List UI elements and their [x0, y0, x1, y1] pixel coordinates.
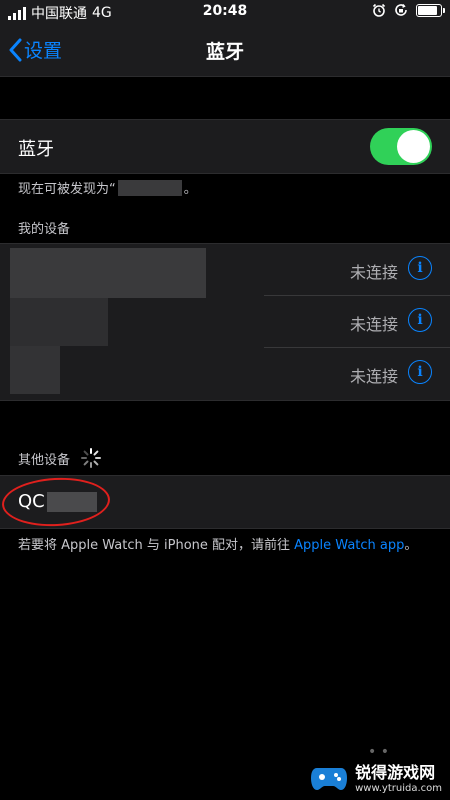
- my-devices-list: 未连接 i 未连接 i 未连接 i: [0, 243, 450, 401]
- device-row[interactable]: 未连接 i: [0, 244, 450, 296]
- loading-spinner-icon: [81, 448, 102, 468]
- device-row[interactable]: 未连接 i: [0, 296, 450, 348]
- discoverable-note: 现在可被发现为“ 。: [18, 178, 197, 197]
- battery-level-fill: [418, 5, 437, 15]
- other-devices-header-label: 其他设备: [18, 452, 71, 468]
- watermark-url: www.ytruida.com: [355, 782, 442, 794]
- other-devices-header: 其他设备: [18, 447, 102, 469]
- device-status: 未连接: [349, 367, 398, 386]
- pairing-note-text: 若要将 Apple Watch 与 iPhone 配对，请前往: [18, 538, 295, 553]
- info-icon[interactable]: i: [408, 360, 432, 384]
- pairing-note: 若要将 Apple Watch 与 iPhone 配对，请前往 Apple Wa…: [18, 537, 438, 555]
- watermark-title: 锐得游戏网: [355, 762, 436, 782]
- discoverable-suffix: 。: [183, 182, 197, 197]
- orientation-lock-icon: [395, 4, 407, 16]
- gamepad-logo-icon: [311, 768, 348, 790]
- navigation-bar: 设置 蓝牙: [0, 24, 450, 77]
- redacted-device-name: [117, 179, 182, 196]
- my-devices-header-label: 我的设备: [18, 222, 71, 237]
- bluetooth-settings-screen: 中国联通 4G 20:48 设置 蓝牙 蓝牙 现在可被发现为“ 。 我的设备 未…: [0, 0, 450, 800]
- pairing-note-end: 。: [404, 538, 418, 553]
- info-icon[interactable]: i: [408, 256, 432, 280]
- device-status: 未连接: [349, 315, 398, 334]
- apple-watch-app-link[interactable]: Apple Watch app: [294, 538, 404, 553]
- alarm-icon: [372, 3, 386, 17]
- battery-icon: [416, 3, 445, 17]
- toggle-knob: [397, 130, 430, 163]
- my-devices-header: 我的设备: [18, 218, 70, 237]
- bluetooth-label: 蓝牙: [18, 139, 54, 160]
- watermark: 锐得游戏网 www.ytruida.com: [309, 756, 442, 796]
- device-status: 未连接: [349, 263, 398, 282]
- device-row[interactable]: 未连接 i: [0, 348, 450, 400]
- watermark-text: 锐得游戏网 www.ytruida.com: [355, 759, 442, 794]
- page-title: 蓝牙: [205, 41, 244, 63]
- status-right: [372, 3, 445, 17]
- info-icon[interactable]: i: [408, 308, 432, 332]
- bluetooth-toggle-row: 蓝牙: [0, 119, 450, 174]
- discoverable-prefix: 现在可被发现为“: [18, 182, 116, 197]
- bluetooth-toggle[interactable]: [370, 128, 432, 165]
- status-bar: 中国联通 4G 20:48: [0, 0, 450, 24]
